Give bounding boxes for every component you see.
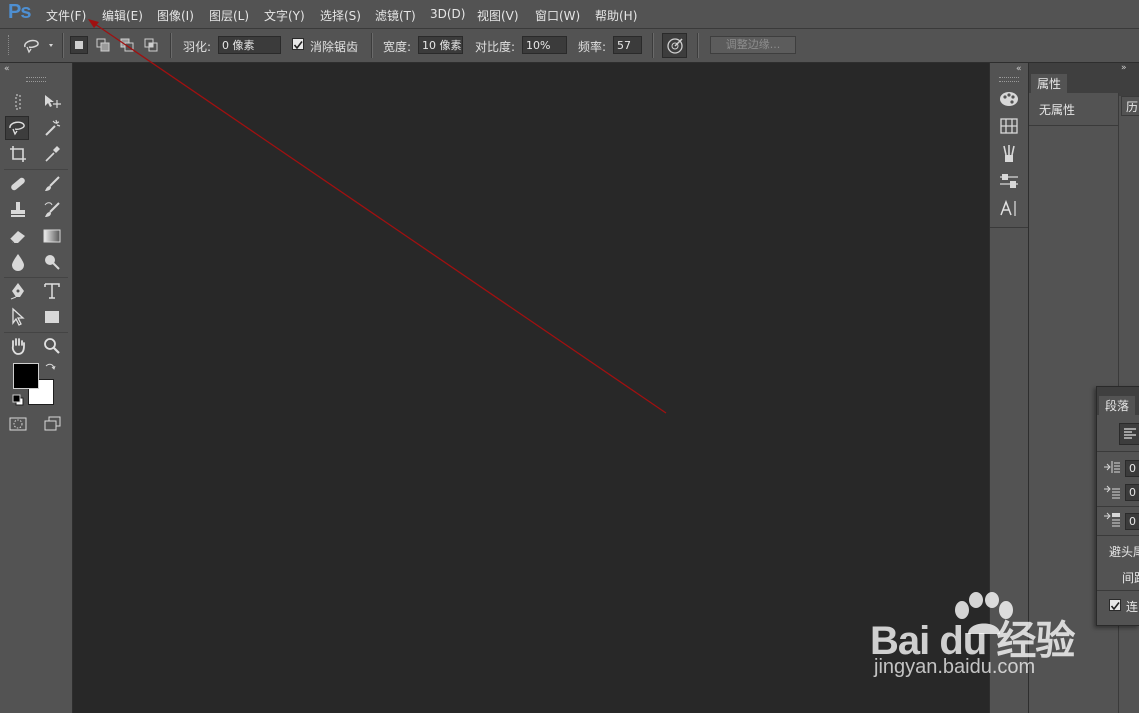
hyphenate-checkbox[interactable] <box>1109 599 1121 611</box>
indent-first-line-icon <box>1103 485 1121 504</box>
indent-first-line-input[interactable]: 0 <box>1125 484 1139 501</box>
separator <box>990 227 1028 228</box>
adjustments-panel-button[interactable] <box>998 170 1020 192</box>
space-before-input[interactable]: 0 <box>1125 513 1139 530</box>
strip-grip[interactable] <box>999 77 1019 82</box>
indent-left-input[interactable]: 0 <box>1125 460 1139 477</box>
sliders-icon <box>1000 174 1018 188</box>
separator <box>1097 535 1139 536</box>
separator <box>1097 590 1139 591</box>
character-a-icon <box>1000 199 1016 216</box>
watermark-url: jingyan.baidu.com <box>874 656 1036 678</box>
separator <box>1097 451 1139 452</box>
panel-header <box>1097 387 1139 395</box>
brushes-icon <box>1003 145 1015 162</box>
properties-content: 无属性 <box>1029 93 1119 125</box>
brush-presets-button[interactable] <box>998 142 1020 164</box>
indent-left-icon <box>1103 459 1121 478</box>
grid-icon <box>1000 118 1018 134</box>
swatches-panel-button[interactable] <box>998 115 1020 137</box>
align-left-button[interactable] <box>1119 423 1139 445</box>
color-panel-button[interactable] <box>998 88 1020 110</box>
collapse-icon[interactable]: » <box>1121 63 1127 73</box>
tab-history[interactable]: 历 <box>1121 96 1139 116</box>
checkmark-icon <box>1110 602 1120 611</box>
align-left-icon <box>1124 428 1136 439</box>
kinsoku-label: 避头尾 <box>1109 545 1139 559</box>
separator <box>1029 125 1119 126</box>
paragraph-panel: 段落 0 0 0 避头尾 间距 连 <box>1096 386 1139 626</box>
tab-properties[interactable]: 属性 <box>1031 74 1068 94</box>
spacing-label: 间距 <box>1122 571 1139 585</box>
space-before-icon <box>1103 512 1121 531</box>
character-panel-button[interactable] <box>998 197 1020 219</box>
hyphenate-label: 连 <box>1126 600 1139 614</box>
no-properties-label: 无属性 <box>1039 103 1076 117</box>
palette-icon <box>1000 92 1018 106</box>
collapse-icon[interactable]: « <box>1016 64 1022 74</box>
separator <box>1097 506 1139 507</box>
tab-paragraph[interactable]: 段落 <box>1099 396 1136 416</box>
